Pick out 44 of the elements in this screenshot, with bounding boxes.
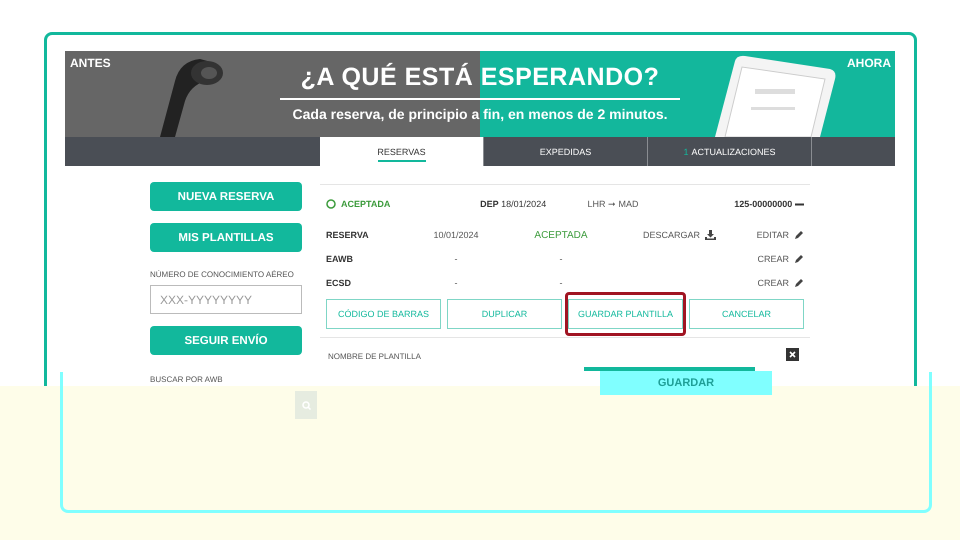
- action-link[interactable]: CREAR: [757, 278, 789, 288]
- action-button[interactable]: CÓDIGO DE BARRAS: [326, 299, 441, 329]
- tab[interactable]: RESERVAS: [320, 137, 484, 166]
- tab[interactable]: 1 ACTUALIZACIONES: [648, 137, 812, 166]
- row-label: ECSD: [326, 278, 352, 288]
- pencil-icon: [794, 230, 804, 240]
- status-circle-icon: [326, 199, 336, 209]
- primary-button[interactable]: NUEVA RESERVA: [150, 182, 302, 211]
- awb-number: 125-00000000: [734, 199, 792, 209]
- now-label: AHORA: [847, 56, 891, 70]
- row-date: -: [454, 254, 458, 264]
- pencil-icon: [794, 278, 804, 288]
- row-status: ACEPTADA: [534, 230, 588, 240]
- pencil-icon: [794, 254, 804, 264]
- banner-headline: ¿A QUÉ ESTÁ ESPERANDO?: [300, 63, 660, 92]
- action-link[interactable]: EDITAR: [756, 230, 789, 240]
- route-text: LHR ➞ MAD: [587, 199, 638, 209]
- action-button[interactable]: GUARDAR PLANTILLA: [568, 299, 683, 329]
- row-label: RESERVA: [326, 230, 369, 240]
- row-status: -: [560, 254, 562, 264]
- primary-button[interactable]: MIS PLANTILLAS: [150, 223, 302, 252]
- track-button[interactable]: SEGUIR ENVÍO: [150, 326, 302, 355]
- row-status: -: [560, 278, 562, 288]
- banner-subtitle: Cada reserva, de principio a fin, en menos de 2 minutos.: [292, 106, 668, 122]
- download-link[interactable]: DESCARGAR: [642, 230, 700, 240]
- action-link[interactable]: CREAR: [757, 254, 789, 264]
- action-button[interactable]: DUPLICAR: [447, 299, 562, 329]
- row-label: EAWB: [326, 254, 353, 264]
- search-icon: [302, 400, 310, 410]
- download-icon[interactable]: [705, 230, 716, 240]
- status-text: ACEPTADA: [341, 199, 390, 209]
- save-button[interactable]: GUARDAR: [600, 371, 772, 395]
- departure-date: DEP 18/01/2024: [480, 199, 546, 209]
- awb-label: NÚMERO DE CONOCIMIENTO AÉREO: [150, 270, 295, 279]
- before-label: ANTES: [70, 56, 111, 70]
- action-button[interactable]: CANCELAR: [689, 299, 804, 329]
- row-date: -: [454, 278, 458, 288]
- search-label: BUSCAR POR AWB: [150, 375, 224, 384]
- template-label: NOMBRE DE PLANTILLA: [328, 352, 421, 361]
- awb-input-field[interactable]: XXX-YYYYYYYY: [150, 285, 302, 314]
- close-button[interactable]: [786, 348, 799, 361]
- tab[interactable]: EXPEDIDAS: [484, 137, 648, 166]
- row-date: 10/01/2024: [433, 230, 479, 240]
- close-icon: [789, 351, 796, 358]
